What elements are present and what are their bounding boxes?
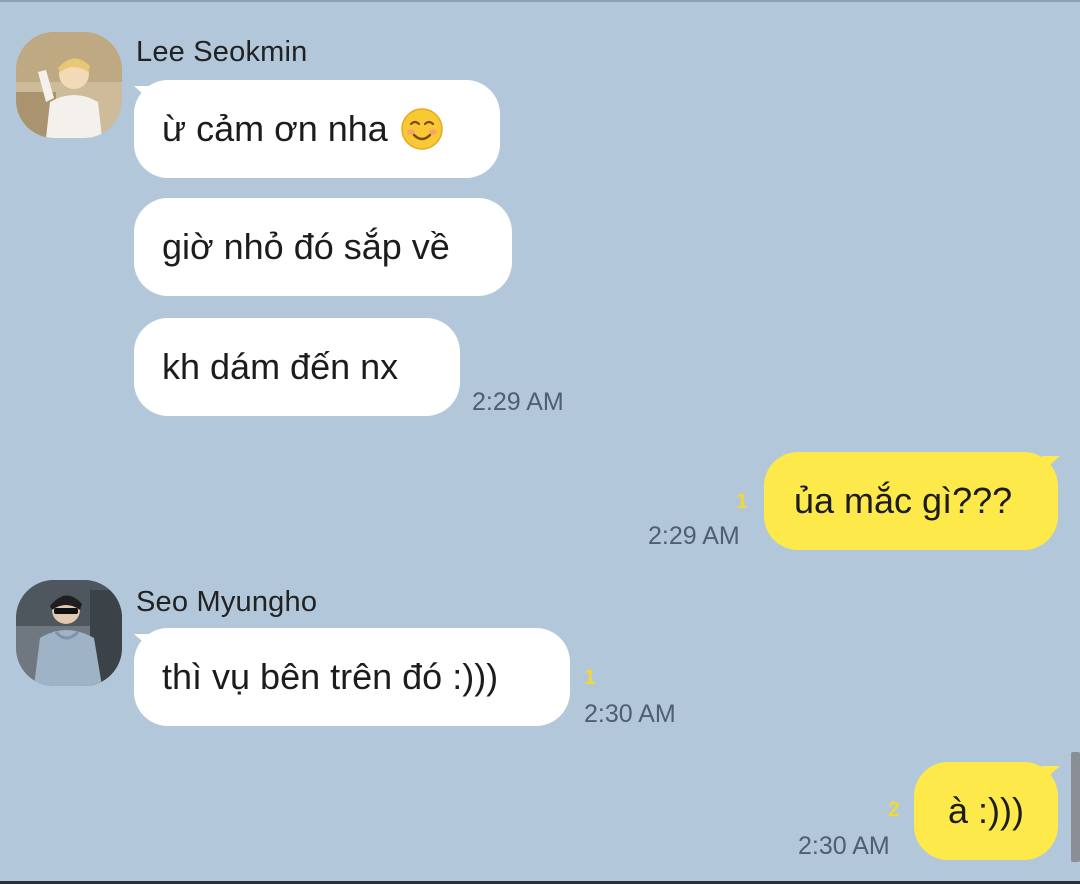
message-text: thì vụ bên trên đó :))) xyxy=(162,656,499,697)
message-bubble[interactable]: thì vụ bên trên đó :))) xyxy=(134,628,570,726)
avatar-seo-myungho[interactable] xyxy=(16,580,122,686)
sender-name: Seo Myungho xyxy=(136,586,318,618)
sender-name: Lee Seokmin xyxy=(136,36,308,68)
unread-count: 2 xyxy=(888,798,900,821)
message-time: 2:29 AM xyxy=(472,388,564,416)
message-time: 2:30 AM xyxy=(798,832,890,860)
message-text: ừ cảm ơn nha xyxy=(162,108,388,149)
message-bubble[interactable]: kh dám đến nx xyxy=(134,318,460,416)
message-bubble[interactable]: ủa mắc gì??? xyxy=(764,452,1058,550)
message-bubble[interactable]: à :))) xyxy=(914,762,1058,860)
message-text: kh dám đến nx xyxy=(162,346,399,387)
message-time: 2:30 AM xyxy=(584,700,676,728)
profile-photo-icon xyxy=(16,32,122,138)
message-bubble[interactable]: ừ cảm ơn nha xyxy=(134,80,500,178)
message-bubble[interactable]: giờ nhỏ đó sắp về xyxy=(134,198,512,296)
avatar-lee-seokmin[interactable] xyxy=(16,32,122,138)
scrollbar[interactable] xyxy=(1071,752,1080,862)
top-divider xyxy=(0,0,1080,2)
profile-photo-icon xyxy=(16,580,122,686)
smiling-face-icon xyxy=(400,107,444,151)
message-text: à :))) xyxy=(948,790,1024,831)
unread-count: 1 xyxy=(736,490,748,513)
message-time: 2:29 AM xyxy=(648,522,740,550)
message-text: ủa mắc gì??? xyxy=(794,480,1013,521)
message-text: giờ nhỏ đó sắp về xyxy=(162,226,450,267)
chat-room[interactable]: Lee Seokmin ừ cảm ơn nha giờ nhỏ đó sắp … xyxy=(0,0,1080,884)
unread-count: 1 xyxy=(584,666,596,689)
